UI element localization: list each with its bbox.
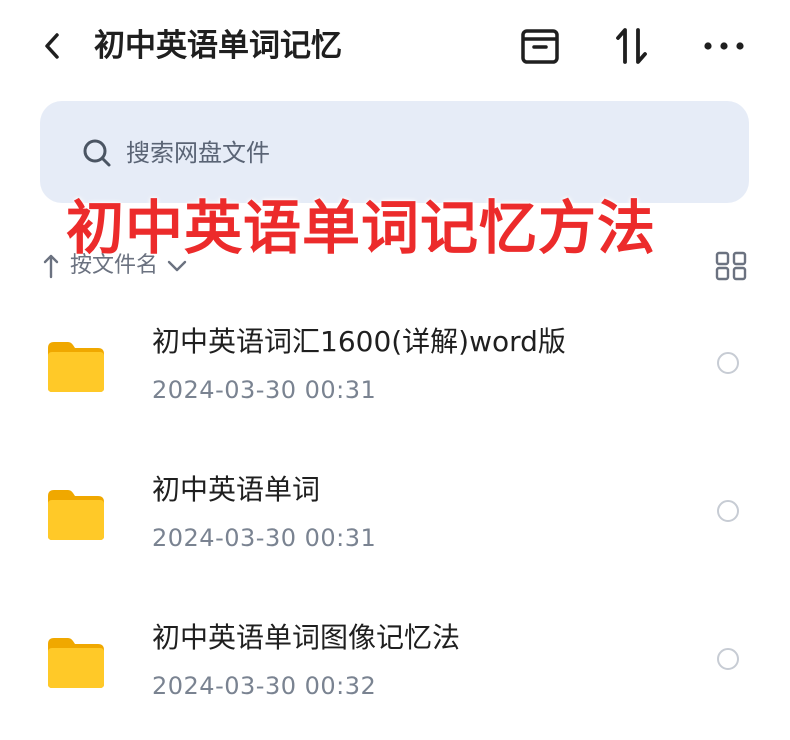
sort-button[interactable] (608, 24, 656, 68)
chevron-left-icon (45, 33, 59, 59)
more-button[interactable] (700, 24, 748, 68)
page-title: 初中英语单词记忆 (94, 28, 342, 64)
archive-box-icon (521, 29, 559, 64)
top-bar: 初中英语单词记忆 (0, 0, 790, 92)
more-horizontal-icon (704, 42, 744, 50)
grid-view-toggle[interactable] (714, 251, 748, 281)
folder-icon (48, 638, 104, 688)
file-list: 初中英语词汇1600(详解)word版 2024-03-30 00:31 初中英… (0, 296, 790, 740)
chevron-down-icon (164, 251, 190, 281)
search-input[interactable]: 搜索网盘文件 (40, 101, 749, 203)
file-name: 初中英语词汇1600(详解)word版 (152, 325, 566, 358)
file-date: 2024-03-30 00:31 (152, 524, 377, 552)
file-name: 初中英语单词图像记忆法 (152, 621, 461, 654)
back-button[interactable] (34, 26, 70, 66)
arrow-up-icon (40, 251, 62, 281)
list-item[interactable]: 初中英语词汇1600(详解)word版 2024-03-30 00:31 (0, 296, 790, 444)
grid-view-icon (715, 251, 747, 281)
select-radio[interactable] (717, 500, 739, 522)
archive-button[interactable] (516, 24, 564, 68)
file-date: 2024-03-30 00:31 (152, 376, 377, 404)
folder-icon (48, 342, 104, 392)
sort-arrows-icon (616, 28, 647, 64)
search-icon (83, 139, 111, 167)
select-radio[interactable] (717, 352, 739, 374)
select-radio[interactable] (717, 648, 739, 670)
folder-icon (48, 490, 104, 540)
list-item[interactable]: 初中英语单词图像记忆法 2024-03-30 00:32 (0, 592, 790, 740)
file-date: 2024-03-30 00:32 (152, 672, 377, 700)
sort-label: 按文件名 (70, 253, 159, 278)
file-name: 初中英语单词 (152, 473, 321, 506)
sort-selector[interactable]: 按文件名 (40, 248, 190, 284)
search-placeholder: 搜索网盘文件 (126, 139, 270, 167)
list-item[interactable]: 初中英语单词 2024-03-30 00:31 (0, 444, 790, 592)
